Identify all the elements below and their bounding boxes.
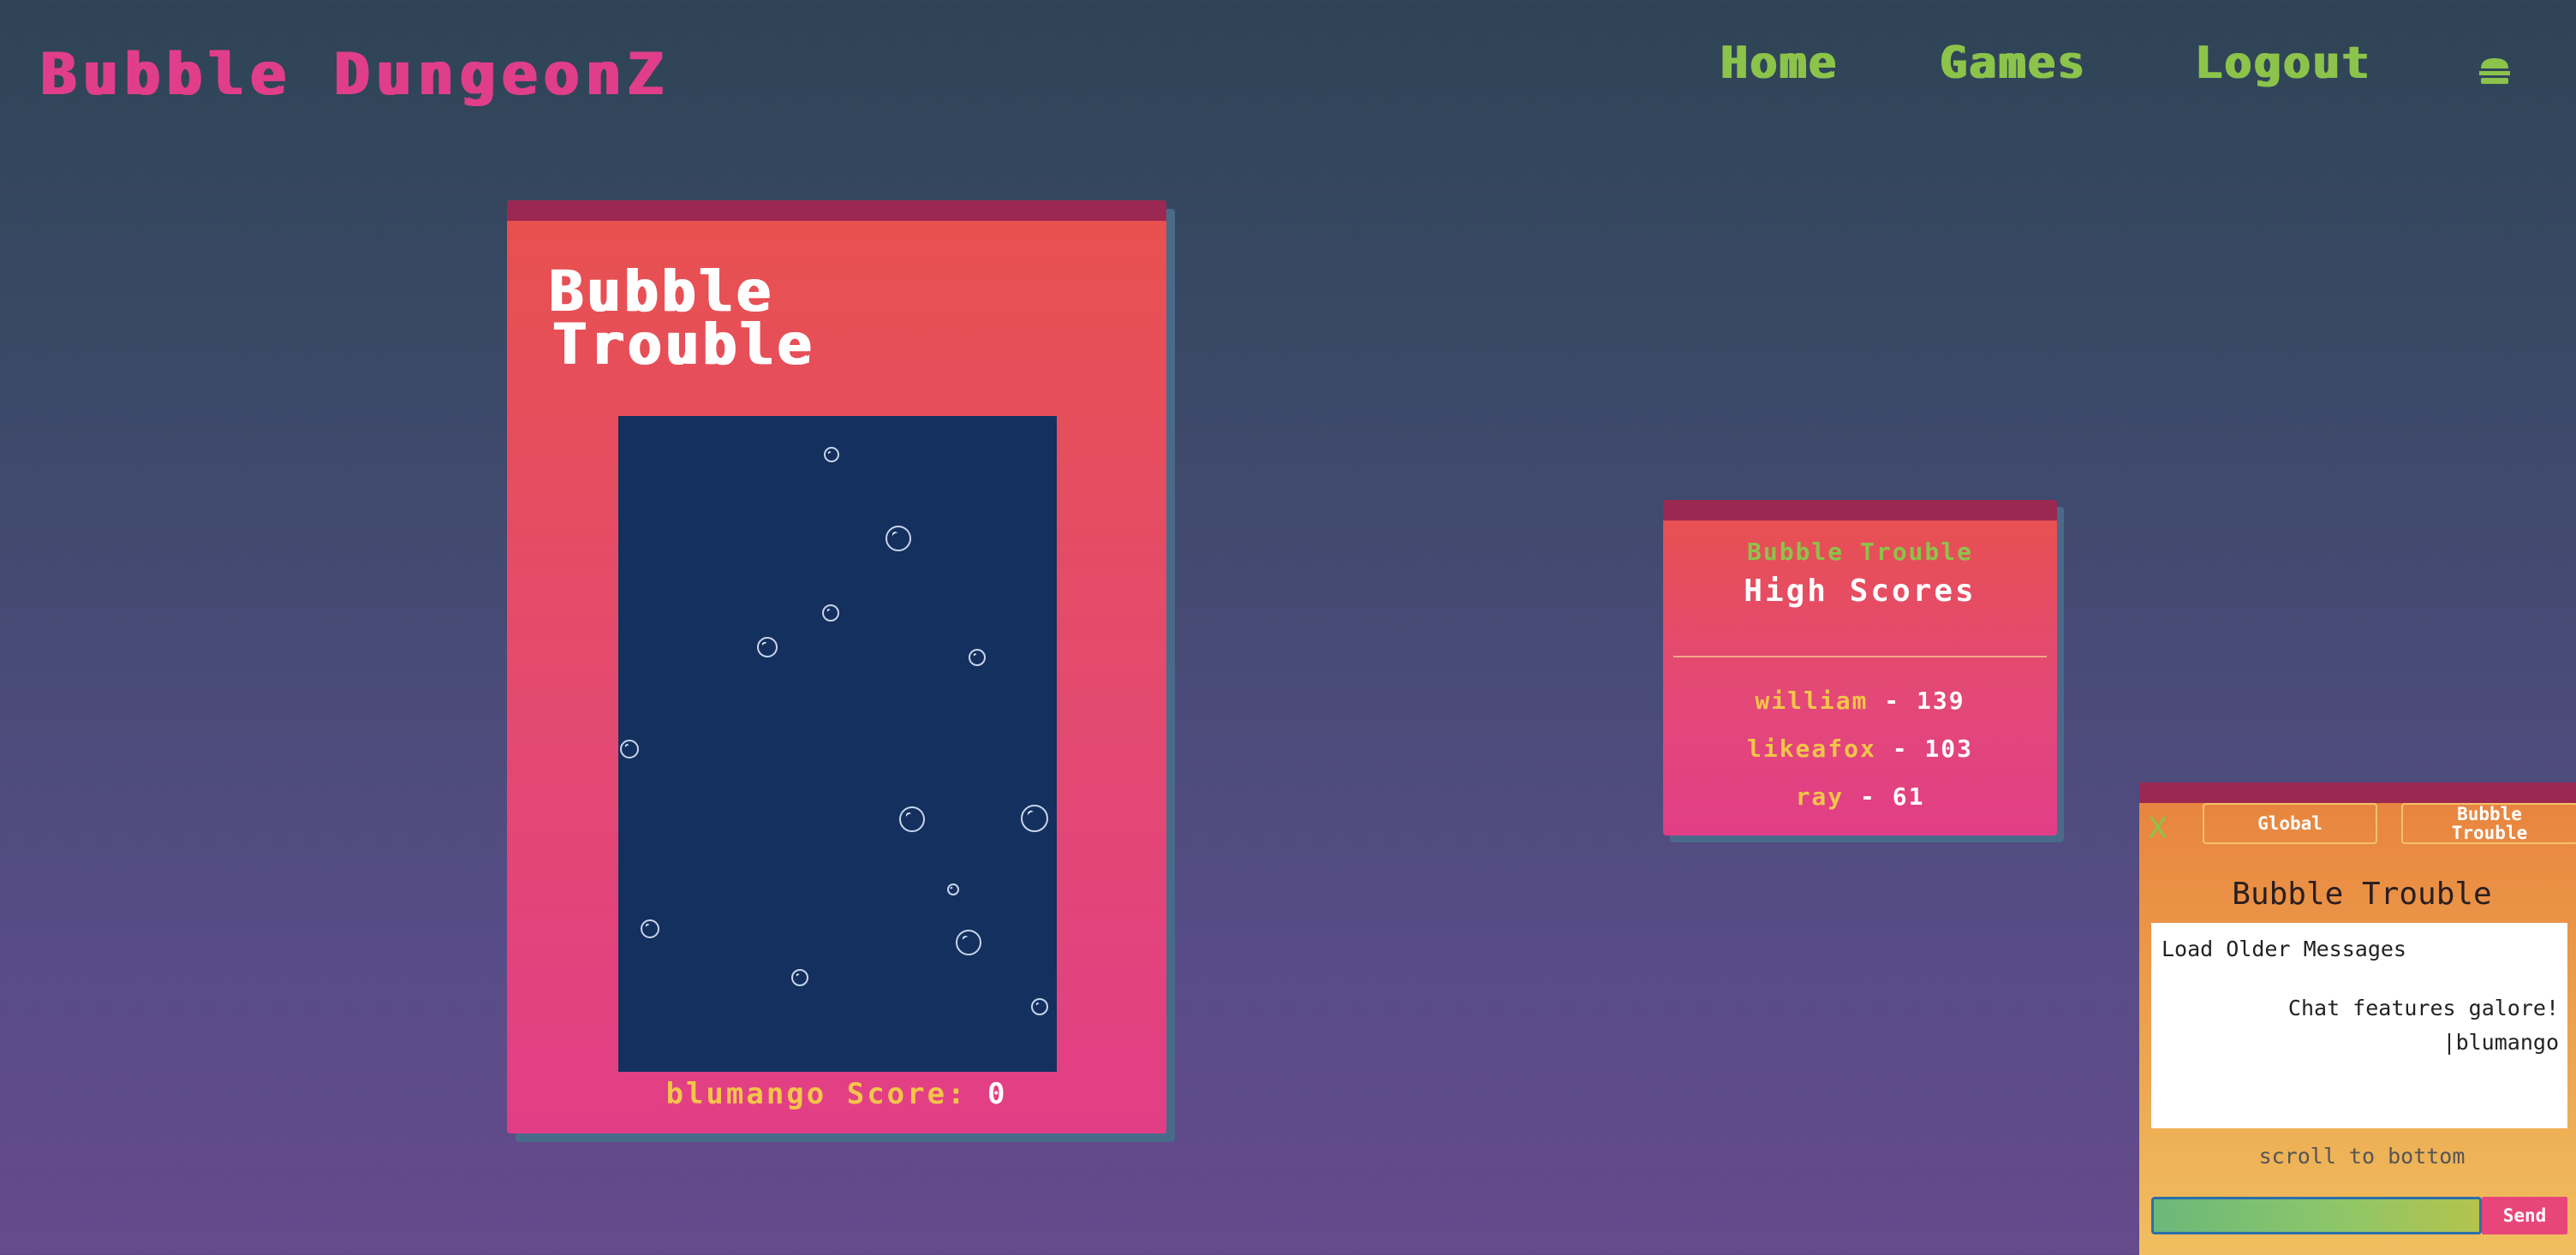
chat-tab-global[interactable]: Global (2203, 803, 2377, 844)
bubble (822, 604, 839, 622)
chat-tab-label-line1: Bubble (2457, 804, 2522, 824)
chat-message-author: |blumango (2442, 1030, 2559, 1055)
score-value: 0 (987, 1077, 1008, 1111)
bubble (620, 740, 639, 758)
chat-room-title: Bubble Trouble (2232, 877, 2492, 912)
nav-logout-link[interactable]: Logout (2194, 38, 2370, 89)
chat-message-text: Chat features galore! (2287, 996, 2559, 1020)
site-brand[interactable]: Bubble DungeonZ (39, 41, 668, 109)
high-scores-title: High Scores (1744, 574, 1977, 609)
high-score-row: likeafox - 103 (1663, 735, 2057, 763)
panel-titlebar (507, 200, 1166, 221)
nav-games-link[interactable]: Games (1939, 38, 2086, 89)
bubble (1021, 805, 1048, 832)
score-label: Score: (846, 1077, 968, 1111)
high-score-value: 139 (1917, 687, 1965, 715)
game-title: Bubble Trouble (548, 259, 976, 378)
bubble (791, 969, 808, 986)
chat-tab-bubble-trouble[interactable]: Bubble Trouble (2401, 803, 2576, 844)
chat-message-log[interactable]: Load Older Messages Chat features galore… (2151, 923, 2567, 1128)
panel-titlebar (1663, 500, 2057, 520)
game-title-line1: Bubble (548, 259, 773, 324)
chat-close-icon[interactable]: X (2148, 812, 2168, 846)
chat-tab-label-line2: Trouble (2451, 823, 2528, 843)
hamburger-menu-icon[interactable] (2478, 57, 2512, 86)
chat-panel: X Global Bubble Trouble Bubble Trouble L… (2139, 782, 2576, 1255)
high-score-row: william - 139 (1663, 687, 2057, 715)
high-score-name: ray (1795, 782, 1845, 811)
bubble (947, 883, 959, 895)
high-score-value: 103 (1924, 735, 1973, 763)
player-name: blumango (665, 1077, 827, 1111)
high-scores-panel: Bubble Trouble High Scores william - 139… (1663, 500, 2057, 836)
high-score-name: william (1755, 687, 1869, 715)
bubble (899, 806, 925, 832)
bubble (956, 930, 981, 955)
nav-home-link[interactable]: Home (1720, 38, 1837, 89)
bubble (1031, 998, 1048, 1015)
divider (1673, 656, 2047, 657)
chat-tab-label: Global (2257, 813, 2323, 834)
bubble (757, 637, 778, 657)
game-panel: Bubble Trouble blumango Score: 0 (507, 200, 1166, 1133)
chat-message-input[interactable] (2151, 1197, 2482, 1234)
high-score-row: ray - 61 (1663, 782, 2057, 811)
high-scores-game: Bubble Trouble (1746, 538, 1973, 566)
chat-message: Chat features galore! |blumango (2288, 991, 2559, 1060)
bubble (886, 526, 911, 551)
bubble (969, 649, 986, 666)
high-score-separator: - (1884, 687, 1917, 715)
high-score-separator: - (1892, 735, 1925, 763)
high-score-value: 61 (1892, 782, 1925, 811)
game-canvas[interactable] (618, 416, 1057, 1072)
game-title-line2: Trouble (552, 312, 814, 378)
high-score-name: likeafox (1746, 735, 1876, 763)
bubble (824, 447, 839, 462)
panel-titlebar (2139, 782, 2576, 803)
score-line: blumango Score: 0 (507, 1077, 1166, 1111)
load-older-messages-link[interactable]: Load Older Messages (2162, 937, 2406, 961)
high-score-separator: - (1860, 782, 1893, 811)
bubble (641, 919, 659, 938)
scroll-to-bottom-link[interactable]: scroll to bottom (2139, 1144, 2576, 1169)
chat-send-button[interactable]: Send (2482, 1197, 2567, 1234)
